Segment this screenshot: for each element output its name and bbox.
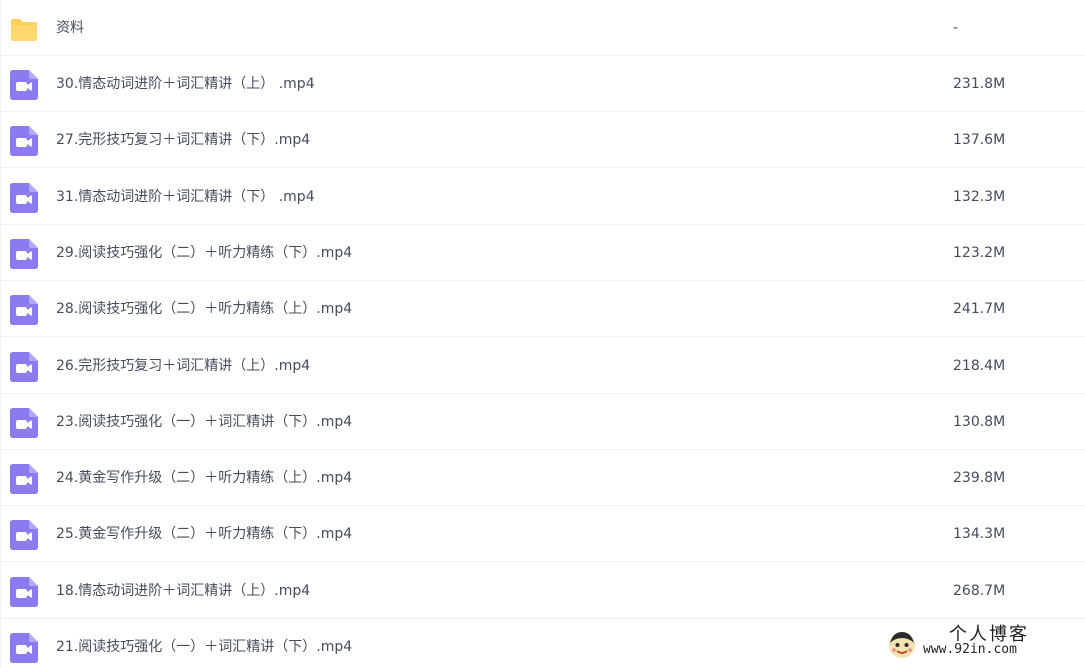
file-row-video[interactable]: 29.阅读技巧强化（二）＋听力精练（下）.mp4 123.2M <box>1 225 1085 281</box>
file-size: 231.8M <box>953 76 1006 92</box>
file-size: 123.2M <box>953 245 1006 261</box>
file-name[interactable]: 24.黄金写作升级（二）＋听力精练（上）.mp4 <box>56 450 352 506</box>
file-name[interactable]: 18.情态动词进阶＋词汇精讲（上）.mp4 <box>56 563 310 619</box>
file-size: 239.8M <box>953 470 1006 486</box>
file-size: 268.7M <box>953 583 1006 599</box>
file-size: 132.3M <box>953 189 1006 205</box>
file-row-video[interactable]: 31.情态动词进阶＋词汇精讲（下） .mp4 132.3M <box>1 169 1085 225</box>
file-name[interactable]: 29.阅读技巧强化（二）＋听力精练（下）.mp4 <box>56 225 352 281</box>
file-size: 137.6M <box>953 132 1006 148</box>
file-name[interactable]: 25.黄金写作升级（二）＋听力精练（下）.mp4 <box>56 506 352 562</box>
file-row-video[interactable]: 18.情态动词进阶＋词汇精讲（上）.mp4 268.7M <box>1 563 1085 619</box>
file-list: 资料 - 30.情态动词进阶＋词汇精讲（上） .mp4 231.8M 27.完形… <box>0 0 1085 668</box>
file-row-video[interactable]: 27.完形技巧复习＋词汇精讲（下）.mp4 137.6M <box>1 112 1085 168</box>
video-file-icon <box>10 633 38 663</box>
video-file-icon <box>10 464 38 494</box>
file-row-video[interactable]: 24.黄金写作升级（二）＋听力精练（上）.mp4 239.8M <box>1 450 1085 506</box>
file-size: 218.4M <box>953 358 1006 374</box>
watermark-url: www.92in.com <box>923 642 1017 657</box>
file-name[interactable]: 31.情态动词进阶＋词汇精讲（下） .mp4 <box>56 169 315 225</box>
file-name[interactable]: 资料 <box>56 0 84 56</box>
video-file-icon <box>10 577 38 607</box>
file-name[interactable]: 27.完形技巧复习＋词汇精讲（下）.mp4 <box>56 112 310 168</box>
video-file-icon <box>10 295 38 325</box>
watermark: 个人博客 www.92in.com <box>887 624 1077 664</box>
file-row-video[interactable]: 23.阅读技巧强化（一）＋词汇精讲（下）.mp4 130.8M <box>1 394 1085 450</box>
file-size: 241.7M <box>953 301 1006 317</box>
file-row-folder[interactable]: 资料 - <box>1 0 1085 56</box>
file-row-video[interactable]: 25.黄金写作升级（二）＋听力精练（下）.mp4 134.3M <box>1 506 1085 562</box>
video-file-icon <box>10 408 38 438</box>
video-file-icon <box>10 239 38 269</box>
video-file-icon <box>10 352 38 382</box>
file-name[interactable]: 28.阅读技巧强化（二）＋听力精练（上）.mp4 <box>56 281 352 337</box>
video-file-icon <box>10 183 38 213</box>
video-file-icon <box>10 70 38 100</box>
video-file-icon <box>10 520 38 550</box>
file-size: - <box>953 20 959 36</box>
video-file-icon <box>10 126 38 156</box>
file-size: 134.3M <box>953 526 1006 542</box>
file-row-video[interactable]: 26.完形技巧复习＋词汇精讲（上）.mp4 218.4M <box>1 338 1085 394</box>
file-row-video[interactable]: 28.阅读技巧强化（二）＋听力精练（上）.mp4 241.7M <box>1 281 1085 337</box>
file-name[interactable]: 26.完形技巧复习＋词汇精讲（上）.mp4 <box>56 338 310 394</box>
file-row-video[interactable]: 30.情态动词进阶＋词汇精讲（上） .mp4 231.8M <box>1 56 1085 112</box>
mascot-avatar-icon <box>889 632 915 658</box>
folder-icon <box>11 19 37 41</box>
file-name[interactable]: 21.阅读技巧强化（一）＋词汇精讲（下）.mp4 <box>56 619 352 668</box>
file-size: 130.8M <box>953 414 1006 430</box>
file-name[interactable]: 23.阅读技巧强化（一）＋词汇精讲（下）.mp4 <box>56 394 352 450</box>
file-name[interactable]: 30.情态动词进阶＋词汇精讲（上） .mp4 <box>56 56 315 112</box>
